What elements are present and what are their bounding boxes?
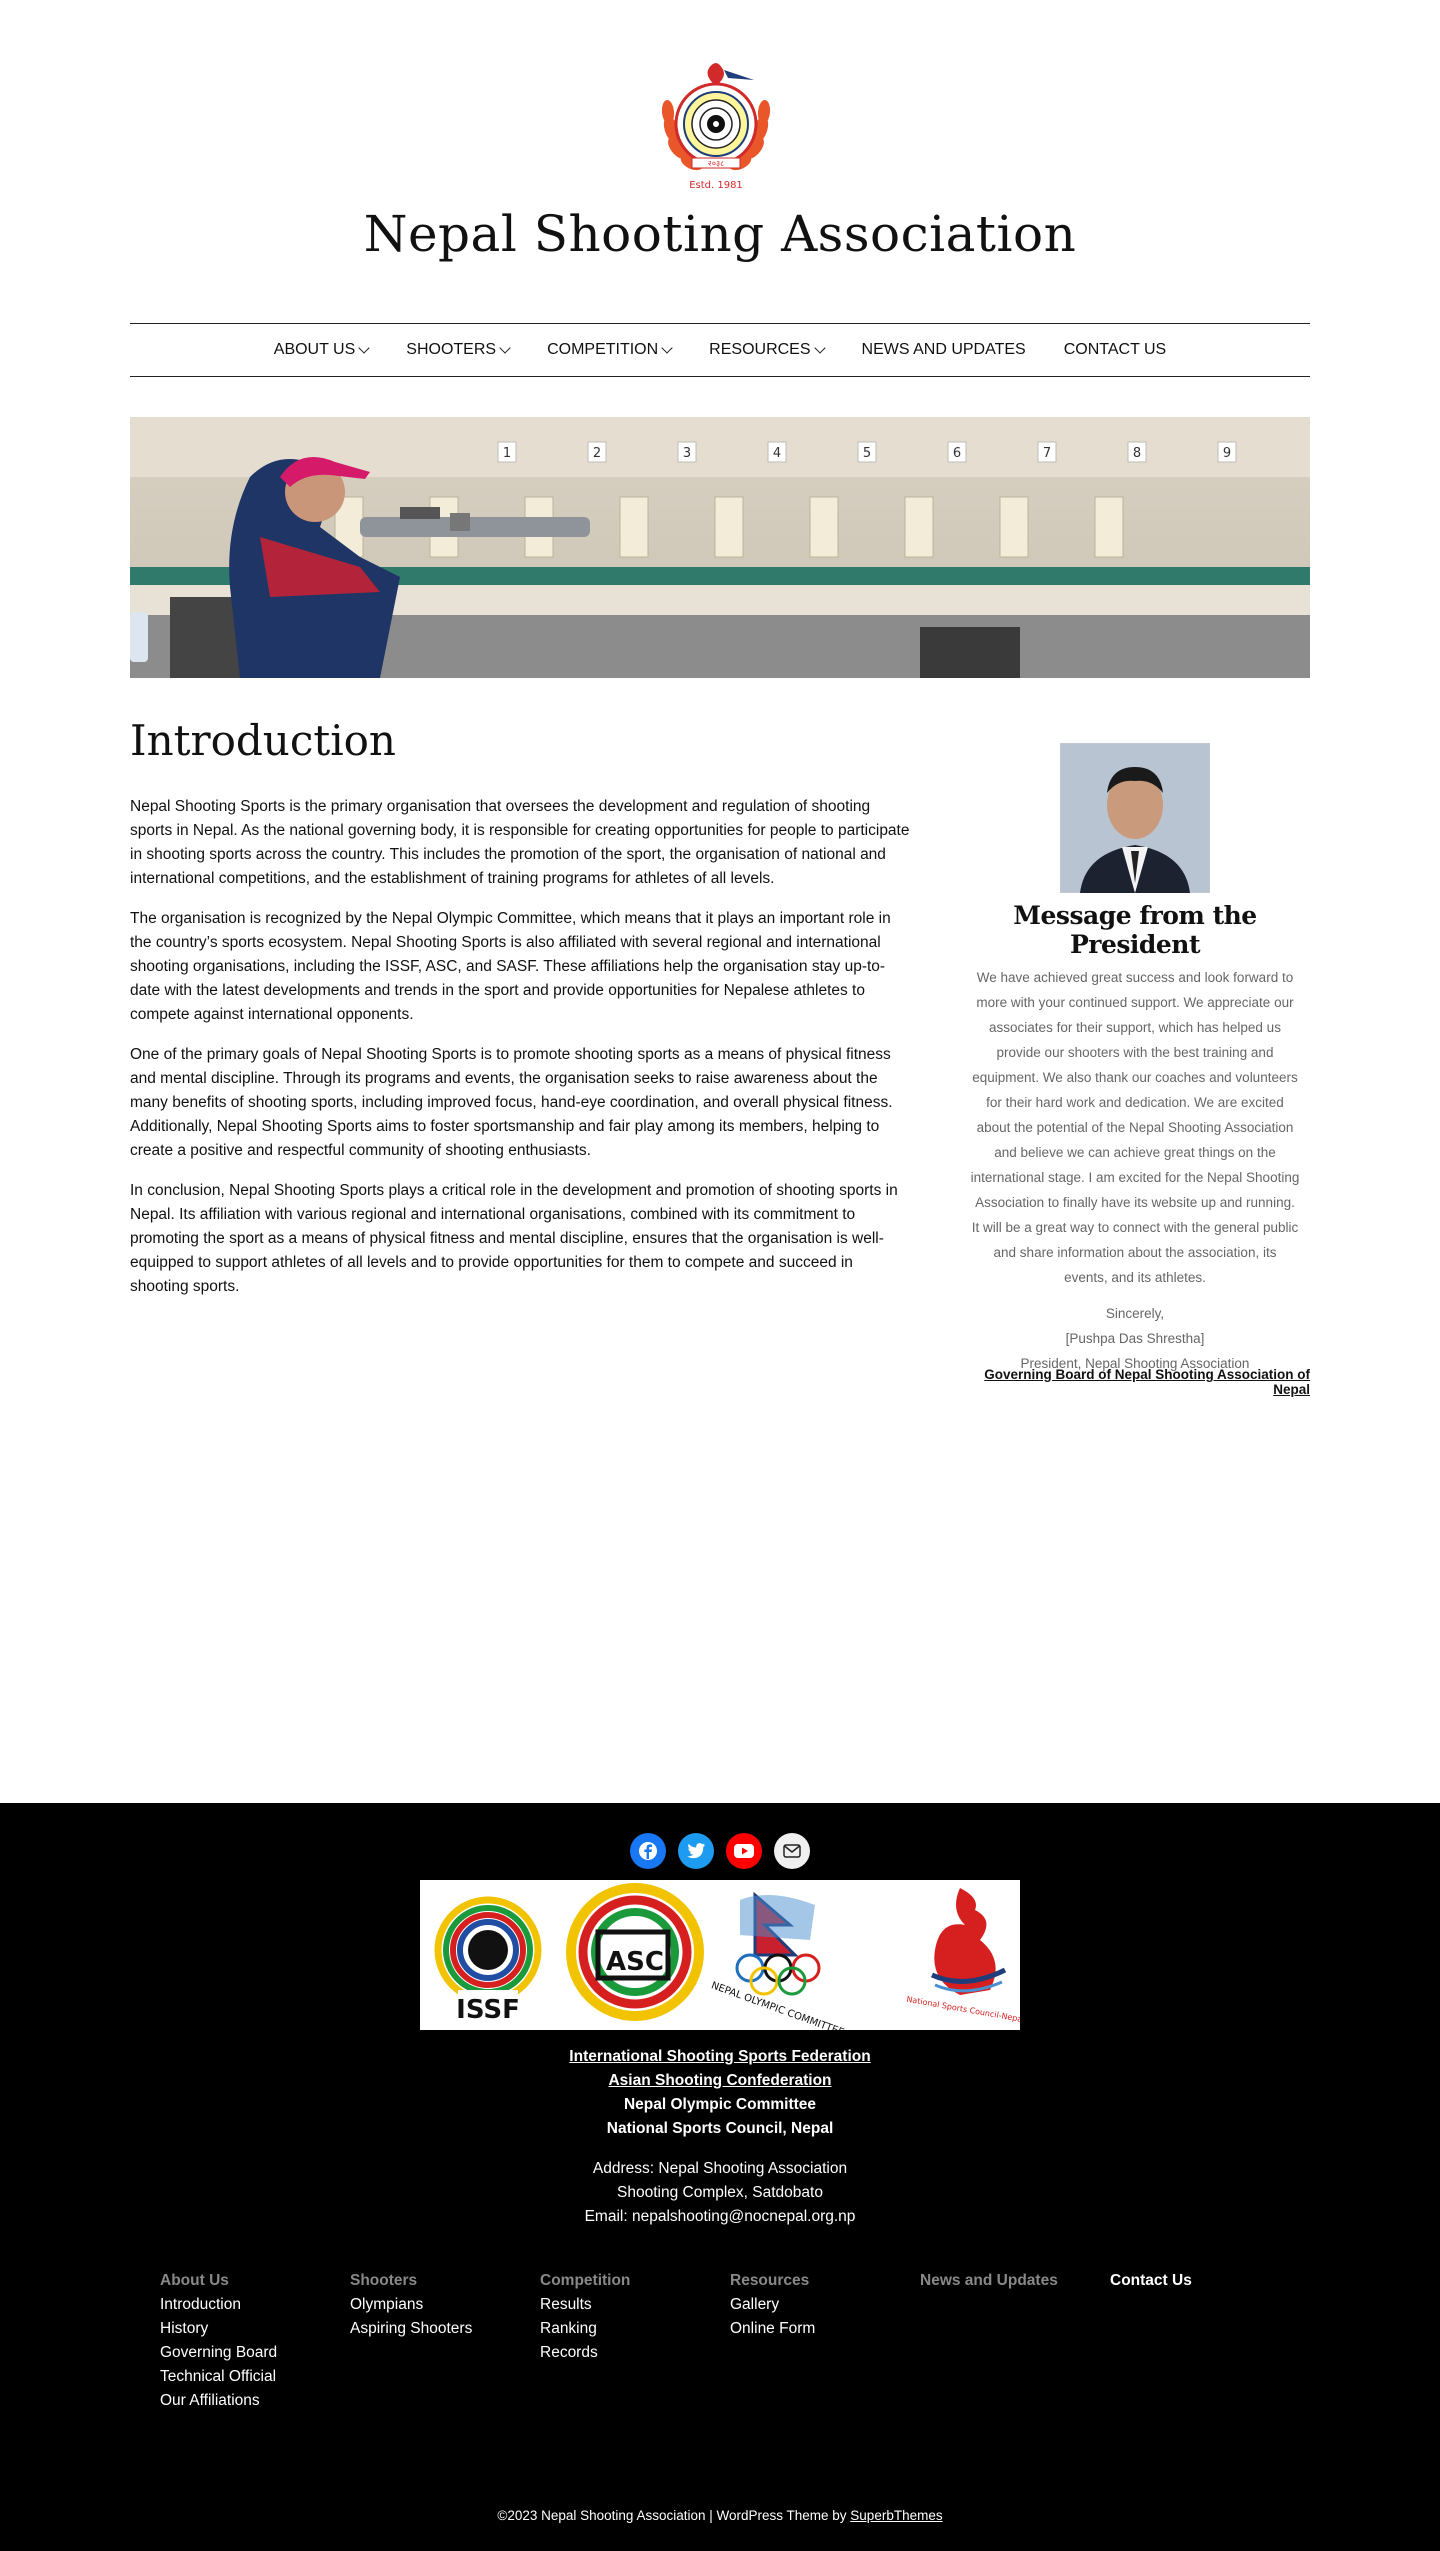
footer-menu-heading[interactable]: Competition — [540, 2269, 730, 2293]
nav-item-news-and-updates[interactable]: NEWS AND UPDATES — [843, 341, 1045, 359]
asc-logo[interactable]: ASC — [566, 1883, 704, 2021]
sign-off: Sincerely, — [1105, 1306, 1165, 1321]
intro-article: Nepal Shooting Sports is the primary org… — [130, 795, 910, 1315]
lane-number: 4 — [773, 446, 781, 461]
shooting-range-photo: 1 2 3 4 5 6 7 8 9 — [130, 417, 1310, 678]
copyright-text: ©2023 Nepal Shooting Association | WordP… — [497, 2508, 851, 2523]
intro-paragraph: Nepal Shooting Sports is the primary org… — [130, 798, 910, 887]
nav-item-label: COMPETITION — [547, 341, 659, 358]
intro-paragraph: In conclusion, Nepal Shooting Sports pla… — [130, 1182, 898, 1295]
nav-item-competition[interactable]: COMPETITION — [528, 341, 690, 359]
footer-menu-shooters: Shooters Olympians Aspiring Shooters — [350, 2269, 540, 2413]
asc-link[interactable]: Asian Shooting Confederation — [0, 2069, 1440, 2093]
president-message-title: Message from the President — [1013, 901, 1257, 959]
footer-link-online-form[interactable]: Online Form — [730, 2317, 920, 2341]
nsc-label: National Sports Council, Nepal — [606, 2120, 834, 2137]
nav-item-label: SHOOTERS — [406, 341, 497, 358]
president-message-widget: Message from the President We have achie… — [960, 743, 1310, 1376]
footer-menu-competition: Competition Results Ranking Records — [540, 2269, 730, 2413]
footer-link-our-affiliations[interactable]: Our Affiliations — [160, 2389, 350, 2413]
footer-menu-news: News and Updates — [920, 2269, 1110, 2413]
social-links — [0, 1833, 1440, 1869]
nav-item-shooters[interactable]: SHOOTERS — [387, 341, 528, 359]
lane-number: 6 — [953, 446, 961, 461]
footer-menu-heading[interactable]: Resources — [730, 2269, 920, 2293]
footer-menu-heading[interactable]: Shooters — [350, 2269, 540, 2293]
svg-text:२०३८: २०३८ — [708, 159, 725, 168]
intro-paragraph: One of the primary goals of Nepal Shooti… — [130, 1046, 893, 1159]
nepal-olympic-committee-logo[interactable]: NEPAL OLYMPIC COMMITTEE — [710, 1891, 846, 2039]
page-title: Introduction — [130, 716, 396, 765]
president-signature: Sincerely, [Pushpa Das Shrestha] Preside… — [960, 1301, 1310, 1376]
footer-link-gallery[interactable]: Gallery — [730, 2293, 920, 2317]
issf-logo[interactable]: ISSF — [434, 1896, 542, 2025]
footer-menu-heading[interactable]: About Us — [160, 2269, 350, 2293]
site-logo[interactable]: २०३८ Estd. 1981 — [654, 60, 778, 194]
footer-menu-about-us: About Us Introduction History Governing … — [160, 2269, 350, 2413]
nav-item-label: CONTACT US — [1063, 341, 1167, 358]
chevron-down-icon — [499, 341, 511, 354]
lane-number: 5 — [863, 446, 871, 461]
site-title[interactable]: Nepal Shooting Association — [0, 205, 1440, 263]
noc-label: Nepal Olympic Committee — [623, 2096, 817, 2113]
address-line: Shooting Complex, Satdobato — [617, 2184, 823, 2201]
youtube-icon[interactable] — [726, 1833, 762, 1869]
noc-logo-text: NEPAL OLYMPIC COMMITTEE — [710, 1980, 846, 2030]
president-message-text: We have achieved great success and look … — [970, 970, 1300, 1285]
president-name: [Pushpa Das Shrestha] — [1065, 1331, 1205, 1346]
facebook-icon[interactable] — [630, 1833, 666, 1869]
nsc-logo-text: National Sports Council-Nepal — [906, 1995, 1020, 2025]
footer-menu-resources: Resources Gallery Online Form — [730, 2269, 920, 2413]
lane-number: 7 — [1043, 446, 1051, 461]
footer-menu-heading[interactable]: News and Updates — [920, 2269, 1110, 2293]
lane-number: 1 — [503, 446, 511, 461]
address-email: Email: nepalshooting@nocnepal.org.np — [584, 2208, 856, 2225]
lane-number: 9 — [1223, 446, 1231, 461]
logo-estd-text: Estd. 1981 — [689, 180, 743, 191]
twitter-icon[interactable] — [678, 1833, 714, 1869]
president-photo — [1060, 743, 1210, 893]
lane-number: 3 — [683, 446, 691, 461]
chevron-down-icon — [813, 341, 826, 354]
footer-link-technical-official[interactable]: Technical Official — [160, 2365, 350, 2389]
lane-number: 2 — [593, 446, 601, 461]
footer-link-olympians[interactable]: Olympians — [350, 2293, 540, 2317]
mail-icon[interactable] — [774, 1833, 810, 1869]
footer-link-history[interactable]: History — [160, 2317, 350, 2341]
governing-board-link[interactable]: Governing Board of Nepal Shooting Associ… — [956, 1367, 1310, 1397]
theme-author-link[interactable]: SuperbThemes — [850, 2508, 942, 2523]
issf-logo-text: ISSF — [456, 1995, 520, 2025]
address-line: Address: Nepal Shooting Association — [592, 2160, 848, 2177]
footer-address: Address: Nepal Shooting Association Shoo… — [0, 2157, 1440, 2229]
nav-item-about-us[interactable]: ABOUT US — [255, 341, 388, 359]
partner-links: International Shooting Sports Federation… — [0, 2045, 1440, 2141]
nav-item-label: RESOURCES — [709, 341, 811, 358]
intro-paragraph: The organisation is recognized by the Ne… — [130, 910, 891, 1023]
footer-menu-heading[interactable]: Contact Us — [1110, 2269, 1300, 2293]
chevron-down-icon — [358, 341, 370, 354]
asc-logo-text: ASC — [606, 1947, 664, 1977]
site-header: २०३८ Estd. 1981 Nepal Shooting Associati… — [0, 0, 1440, 300]
footer-link-results[interactable]: Results — [540, 2293, 730, 2317]
issf-link[interactable]: International Shooting Sports Federation — [0, 2045, 1440, 2069]
nav-item-resources[interactable]: RESOURCES — [690, 341, 842, 359]
site-footer: ISSF ASC NEPAL OLYMPIC COMMITTEE Nationa… — [0, 1803, 1440, 2551]
hero-banner-image: 1 2 3 4 5 6 7 8 9 — [130, 417, 1310, 678]
lane-number: 8 — [1133, 446, 1141, 461]
footer-menu-contact: Contact Us — [1110, 2269, 1300, 2413]
chevron-down-icon — [661, 341, 673, 354]
footer-link-aspiring-shooters[interactable]: Aspiring Shooters — [350, 2317, 540, 2341]
copyright: ©2023 Nepal Shooting Association | WordP… — [0, 2508, 1440, 2523]
national-sports-council-logo[interactable]: National Sports Council-Nepal — [906, 1888, 1025, 2025]
footer-link-ranking[interactable]: Ranking — [540, 2317, 730, 2341]
partner-logos: ISSF ASC NEPAL OLYMPIC COMMITTEE Nationa… — [420, 1880, 1025, 2039]
footer-link-governing-board[interactable]: Governing Board — [160, 2341, 350, 2365]
footer-menu: About Us Introduction History Governing … — [160, 2269, 1300, 2413]
nav-item-label: NEWS AND UPDATES — [861, 341, 1026, 358]
nav-item-label: ABOUT US — [273, 341, 356, 358]
nav-item-contact-us[interactable]: CONTACT US — [1045, 341, 1186, 359]
footer-link-records[interactable]: Records — [540, 2341, 730, 2365]
main-navigation: ABOUT US SHOOTERS COMPETITION RESOURCES … — [130, 323, 1310, 377]
footer-link-introduction[interactable]: Introduction — [160, 2293, 350, 2317]
